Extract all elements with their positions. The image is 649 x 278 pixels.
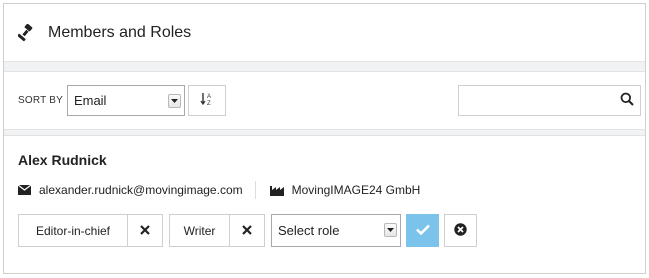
chevron-down-icon [384,223,397,237]
role-tag: Editor-in-chief [18,214,128,247]
sort-alpha-asc-icon: A Z [200,92,214,109]
divider-band [4,129,645,136]
info-separator [254,181,256,199]
page-title: Members and Roles [48,23,192,41]
roles-row: Editor-in-chief Writer Select role [18,214,631,247]
check-icon [415,223,430,238]
toolbar: SORT BY Email A Z [4,72,645,129]
role-tag-label: Writer [183,223,216,238]
sort-select[interactable]: Email [66,85,185,116]
member-card: Alex Rudnick alexander.rudnick@movingima… [4,136,645,247]
sort-select-value: Email [73,93,107,108]
remove-role-button[interactable] [128,214,163,247]
members-panel: Members and Roles SORT BY Email A Z Alex… [3,3,646,274]
sort-by-label: SORT BY [18,95,63,106]
remove-role-button[interactable] [230,214,265,247]
industry-icon [269,184,284,196]
chevron-down-icon [167,94,181,108]
close-icon [140,223,150,238]
member-company: MovingIMAGE24 GmbH [291,183,421,197]
member-email: alexander.rudnick@movingimage.com [39,183,243,197]
svg-text:A: A [207,94,211,100]
close-icon [242,223,252,238]
confirm-role-button[interactable] [406,214,439,247]
role-tag: Writer [169,214,230,247]
divider-band [4,62,645,72]
member-name: Alex Rudnick [18,152,107,168]
times-circle-icon [454,222,467,239]
search-box[interactable] [458,85,641,116]
svg-text:Z: Z [207,101,211,106]
role-select[interactable]: Select role [271,214,401,247]
role-select-value: Select role [278,223,340,238]
search-icon[interactable] [620,92,634,109]
cancel-role-button[interactable] [444,214,477,247]
envelope-icon [18,185,31,195]
role-tag-label: Editor-in-chief [35,223,111,238]
member-info: alexander.rudnick@movingimage.com Moving… [18,181,631,199]
gavel-icon [18,23,36,42]
panel-header: Members and Roles [4,4,645,62]
sort-order-button[interactable]: A Z [187,85,226,116]
